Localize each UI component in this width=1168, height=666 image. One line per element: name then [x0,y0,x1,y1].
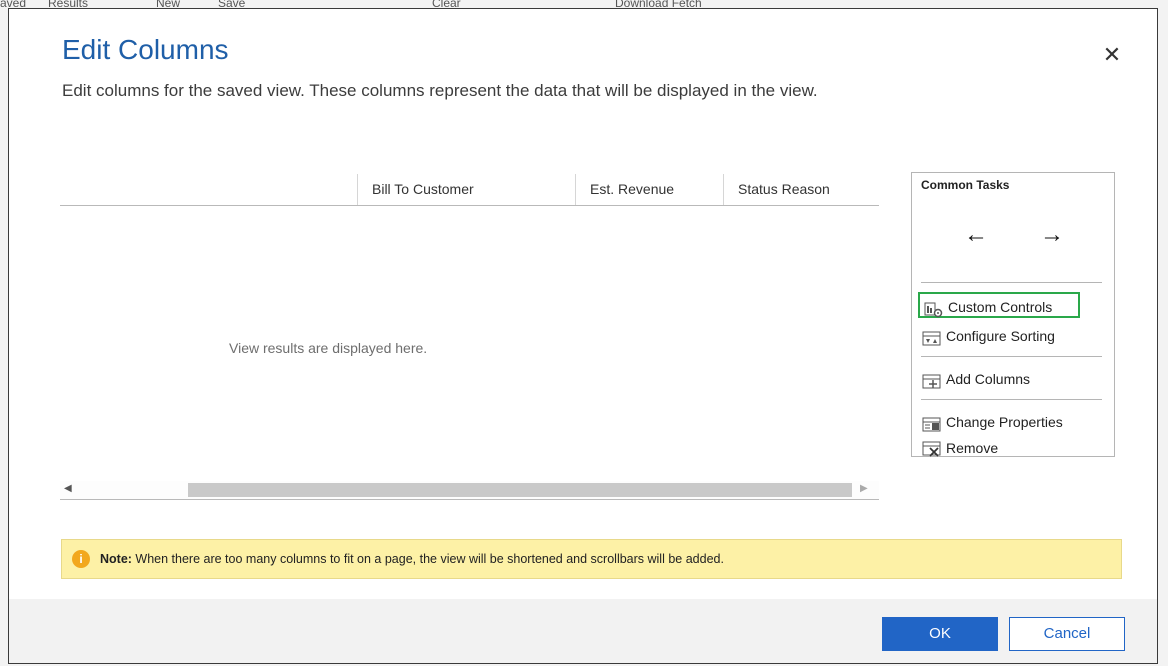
task-label: Remove [946,440,999,456]
info-icon: i [72,550,90,568]
custom-controls-button[interactable]: Custom Controls [918,292,1080,318]
divider [921,399,1102,400]
change-properties-icon [922,415,942,432]
close-icon[interactable]: ✕ [1099,42,1125,68]
task-label: Add Columns [946,371,1031,387]
arrow-left-icon[interactable]: ← [964,221,988,249]
arrow-right-icon[interactable]: → [1040,221,1064,249]
ok-button[interactable]: OK [882,617,998,651]
view-preview-grid: Bill To Customer Est. Revenue Status Rea… [60,174,879,504]
remove-button[interactable]: Remove [918,439,998,457]
configure-sorting-icon [922,329,942,346]
cancel-button[interactable]: Cancel [1009,617,1125,651]
scroll-right-icon[interactable]: ▶ [860,483,868,494]
column-header[interactable]: Status Reason [723,174,873,205]
add-columns-icon [922,372,942,389]
dialog-subtitle: Edit columns for the saved view. These c… [62,81,818,100]
divider [921,356,1102,357]
task-label: Custom Controls [948,299,1053,315]
grid-empty-message: View results are displayed here. [229,340,428,356]
column-header[interactable]: Bill To Customer [357,174,575,205]
edit-columns-dialog: Edit Columns Edit columns for the saved … [8,8,1158,664]
column-header[interactable]: Est. Revenue [575,174,723,205]
change-properties-button[interactable]: Change Properties [918,409,1063,435]
configure-sorting-button[interactable]: Configure Sorting [918,323,1055,349]
dialog-footer: OK Cancel [9,599,1157,663]
scrollbar-thumb[interactable] [188,483,852,497]
dialog-title: Edit Columns [62,34,229,65]
horizontal-scrollbar[interactable]: ◀ ▶ [60,481,879,500]
note-bar: i Note: When there are too many columns … [61,539,1122,579]
common-tasks-title: Common Tasks [921,178,1010,192]
grid-header: Bill To Customer Est. Revenue Status Rea… [60,174,879,206]
scroll-left-icon[interactable]: ◀ [64,483,72,494]
remove-icon [922,441,942,457]
note-text: When there are too many columns to fit o… [131,552,724,566]
common-tasks-panel: Common Tasks ← → Custom Controls Configu… [911,172,1115,457]
divider [921,282,1102,283]
task-label: Change Properties [946,414,1063,430]
note-label: Note: [100,552,132,566]
custom-controls-icon [924,300,944,318]
task-label: Configure Sorting [946,328,1055,344]
add-columns-button[interactable]: Add Columns [918,366,1030,392]
